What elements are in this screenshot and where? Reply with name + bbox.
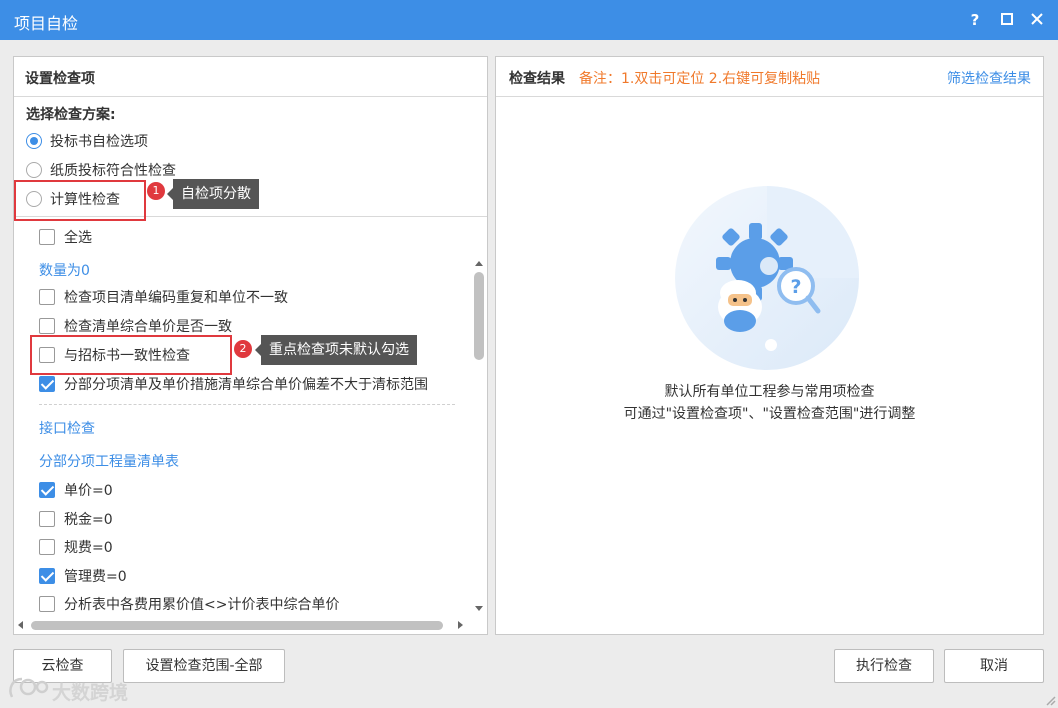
help-button[interactable]: ? — [963, 8, 987, 32]
checkbox-icon — [39, 289, 55, 305]
scheme-label: 选择检查方案: — [26, 107, 116, 123]
scroll-down-icon[interactable] — [475, 606, 483, 611]
check-item-unit-price[interactable]: 检查清单综合单价是否一致 — [39, 315, 232, 337]
checkbox-icon — [39, 511, 55, 527]
title-bar: 项目自检 ? — [0, 0, 1058, 40]
left-panel-header: 设置检查项 — [14, 57, 487, 97]
maximize-button[interactable] — [995, 8, 1019, 32]
empty-state-line1: 默认所有单位工程参与常用项检查 — [664, 384, 875, 400]
checkbox-label: 管理费=0 — [64, 569, 127, 585]
check-item-price-deviation[interactable]: 分部分项清单及单价措施清单综合单价偏差不大于清标范围 — [39, 373, 428, 395]
close-button[interactable] — [1025, 8, 1049, 32]
check-item-management-fee-zero[interactable]: 管理费=0 — [39, 565, 127, 587]
scroll-right-icon[interactable] — [458, 621, 463, 629]
scheme-option-label: 纸质投标符合性检查 — [50, 163, 176, 179]
resize-grip-icon[interactable] — [1044, 694, 1056, 706]
group-label-interface: 接口检查 — [39, 421, 95, 437]
checkbox-label: 分部分项清单及单价措施清单综合单价偏差不大于清标范围 — [64, 377, 428, 393]
set-range-button[interactable]: 设置检查范围-全部 — [123, 649, 285, 683]
radio-icon — [26, 162, 42, 178]
select-all-checkbox[interactable]: 全选 — [39, 226, 92, 248]
checkbox-label: 全选 — [64, 230, 92, 246]
left-panel-title: 设置检查项 — [25, 71, 95, 87]
scroll-left-icon[interactable] — [18, 621, 23, 629]
annotation-tooltip-1: 自检项分散 — [167, 179, 259, 209]
radio-selected-icon — [26, 133, 42, 149]
filter-results-link[interactable]: 筛选检查结果 — [947, 68, 1031, 88]
right-panel-title: 检查结果 — [509, 71, 565, 87]
result-note: 备注：1.双击可定位 2.右键可复制粘贴 — [579, 71, 821, 87]
checkbox-icon — [39, 596, 55, 612]
group-label-bill: 分部分项工程量清单表 — [39, 454, 179, 470]
checkbox-label: 分析表中各费用累价值<>计价表中综合单价 — [64, 597, 340, 613]
svg-text:?: ? — [790, 276, 801, 298]
run-check-button[interactable]: 执行检查 — [834, 649, 934, 683]
checkbox-label: 规费=0 — [64, 540, 113, 556]
annotation-tooltip-2: 重点检查项未默认勾选 — [255, 335, 417, 365]
annotation-badge-2: 2 — [234, 340, 252, 358]
close-icon — [1031, 13, 1043, 25]
checkbox-checked-icon — [39, 376, 55, 392]
checkbox-icon — [39, 229, 55, 245]
empty-state-illustration: ? — [675, 186, 859, 370]
annotation-box-1 — [14, 180, 146, 221]
checkbox-icon — [39, 318, 55, 334]
vertical-scrollbar[interactable] — [471, 256, 487, 616]
window-title: 项目自检 — [14, 14, 79, 33]
empty-state-line2: 可通过"设置检查项"、"设置检查范围"进行调整 — [623, 406, 916, 422]
scroll-thumb-horizontal[interactable] — [31, 621, 443, 630]
horizontal-scrollbar[interactable] — [13, 617, 468, 633]
watermark-logo-icon — [9, 677, 49, 698]
check-item-code-duplicate[interactable]: 检查项目清单编码重复和单位不一致 — [39, 286, 288, 308]
dashed-divider — [39, 404, 455, 405]
watermark-text: 大数跨境 — [52, 682, 129, 704]
checkbox-icon — [39, 539, 55, 555]
annotation-box-2 — [30, 335, 232, 375]
cancel-button[interactable]: 取消 — [944, 649, 1044, 683]
check-item-tax-zero[interactable]: 税金=0 — [39, 508, 113, 530]
checkbox-label: 检查项目清单编码重复和单位不一致 — [64, 290, 288, 306]
scheme-option-paper[interactable]: 纸质投标符合性检查 — [26, 159, 176, 181]
check-item-unit-price-zero[interactable]: 单价=0 — [39, 479, 113, 501]
scheme-option-self-check[interactable]: 投标书自检选项 — [26, 130, 148, 152]
scroll-thumb[interactable] — [474, 272, 484, 360]
check-item-analysis-vs-pricing[interactable]: 分析表中各费用累价值<>计价表中综合单价 — [39, 593, 339, 615]
right-panel-header: 检查结果 备注：1.双击可定位 2.右键可复制粘贴 筛选检查结果 — [496, 57, 1043, 97]
scheme-option-label: 投标书自检选项 — [50, 134, 148, 150]
checkbox-label: 税金=0 — [64, 512, 113, 528]
checkbox-checked-icon — [39, 482, 55, 498]
checkbox-label: 检查清单综合单价是否一致 — [64, 319, 232, 335]
check-item-fee-zero[interactable]: 规费=0 — [39, 536, 113, 558]
annotation-badge-1: 1 — [147, 182, 165, 200]
checkbox-checked-icon — [39, 568, 55, 584]
checkbox-label: 单价=0 — [64, 483, 113, 499]
maximize-icon — [1001, 13, 1013, 25]
scroll-up-icon[interactable] — [475, 261, 483, 266]
group-label-quantity-zero: 数量为0 — [39, 263, 90, 279]
